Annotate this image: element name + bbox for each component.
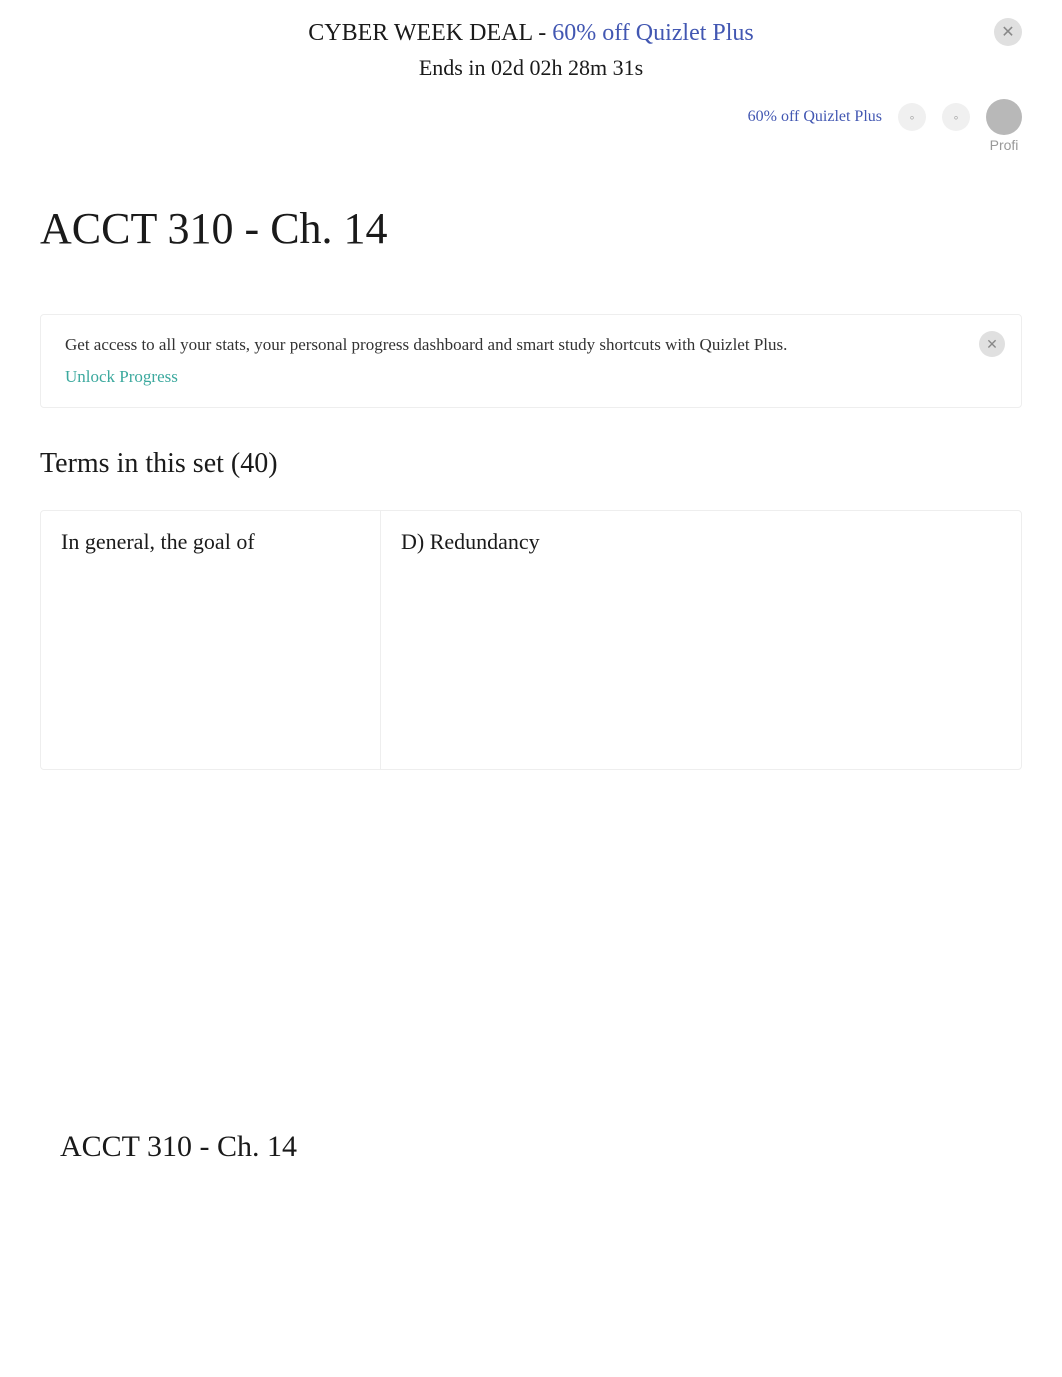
generic-icon: ◦ — [954, 109, 959, 125]
avatar-label: Profi — [990, 137, 1019, 153]
upsell-text: Get access to all your stats, your perso… — [65, 335, 997, 355]
upsell-card: ✕ Get access to all your stats, your per… — [40, 314, 1022, 408]
promo-countdown: Ends in 02d 02h 28m 31s — [0, 55, 1062, 81]
promo-title: CYBER WEEK DEAL - 60% off Quizlet Plus — [0, 20, 1062, 47]
promo-close-button[interactable]: ✕ — [994, 18, 1022, 46]
terms-heading: Terms in this set (40) — [0, 438, 1062, 500]
promo-deal-link[interactable]: 60% off Quizlet Plus — [552, 20, 754, 46]
page-title: ACCT 310 - Ch. 14 — [0, 143, 1062, 274]
term-card[interactable]: In general, the goal of D) Redundancy — [40, 510, 1022, 770]
footer-title: ACCT 310 - Ch. 14 — [0, 810, 1062, 1204]
card-definition: D) Redundancy — [381, 511, 1021, 769]
plus-link[interactable]: 60% off Quizlet Plus — [748, 108, 882, 126]
top-bar: 60% off Quizlet Plus ◦ ◦ Profi — [0, 91, 1062, 143]
icon-button-2[interactable]: ◦ — [942, 103, 970, 131]
icon-button-1[interactable]: ◦ — [898, 103, 926, 131]
avatar-button[interactable]: Profi — [986, 99, 1022, 135]
card-term: In general, the goal of — [41, 511, 381, 769]
close-icon: ✕ — [986, 336, 998, 353]
generic-icon: ◦ — [910, 109, 915, 125]
promo-prefix: CYBER WEEK DEAL - — [308, 20, 552, 46]
promo-banner: CYBER WEEK DEAL - 60% off Quizlet Plus E… — [0, 0, 1062, 91]
upsell-close-button[interactable]: ✕ — [979, 331, 1005, 357]
close-icon: ✕ — [1001, 22, 1014, 42]
unlock-progress-link[interactable]: Unlock Progress — [65, 367, 178, 386]
